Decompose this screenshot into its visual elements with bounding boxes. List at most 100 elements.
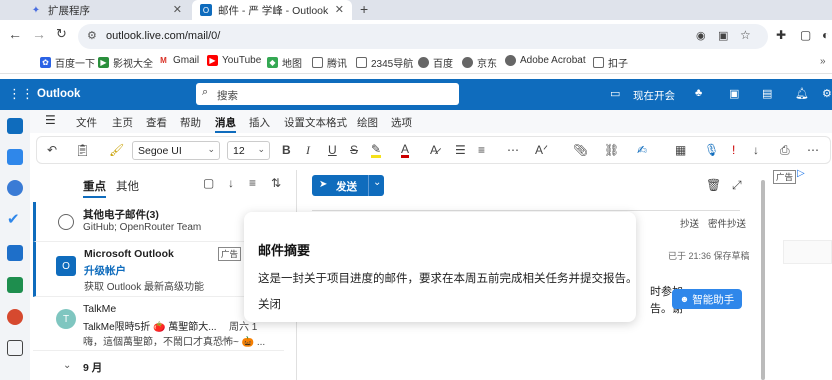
back-icon[interactable]: ← [8, 26, 22, 42]
omnibox[interactable]: ⚙ outlook.live.com/mail/0/ ◉ ▣ ☆ [78, 24, 768, 49]
line-spacing-icon[interactable]: ≡ [478, 143, 485, 157]
menu-message[interactable]: 消息 [215, 115, 236, 133]
send-button[interactable]: ➤ 发送 ⌄ [312, 175, 384, 196]
dictate-icon[interactable]: 🎙︎ [704, 143, 719, 157]
notes-icon[interactable]: ▤ [762, 87, 772, 100]
bookmark-item[interactable]: ◆ 地图 [267, 55, 302, 70]
low-importance-icon[interactable]: ↓ [753, 143, 759, 157]
print-icon[interactable]: ⎙ [780, 143, 790, 158]
undo-icon[interactable]: ↶ [47, 143, 57, 157]
font-select[interactable]: Segoe UI ⌄ [132, 141, 220, 160]
meet-now-button[interactable]: 现在开会 [633, 88, 675, 103]
teams-icon[interactable]: ♣ [695, 87, 702, 99]
chevron-down-icon[interactable]: ⌄ [373, 177, 381, 188]
word-icon[interactable] [7, 245, 23, 261]
select-icon[interactable]: ▢ [203, 176, 214, 190]
search-input[interactable]: ⌕ 搜索 [196, 83, 459, 105]
bullets-icon[interactable]: ☰ [455, 143, 466, 157]
apps-icon[interactable] [7, 340, 23, 356]
ad-info-icon[interactable]: ▷ [797, 168, 805, 179]
jump-icon[interactable]: ↓ [228, 176, 234, 190]
chevron-right-icon[interactable]: » [820, 56, 826, 67]
menu-file[interactable]: 文件 [76, 115, 97, 130]
font-color-icon[interactable]: A [401, 143, 410, 158]
eye-icon[interactable]: ◉ [696, 29, 706, 42]
tab-other[interactable]: 其他 [116, 178, 139, 194]
strikethrough-icon[interactable]: S [350, 143, 358, 157]
extensions-icon[interactable]: ✚ [776, 28, 786, 42]
office-icon[interactable]: ▣ [729, 87, 739, 100]
new-tab-button[interactable]: + [360, 1, 368, 17]
bell-icon[interactable]: 🔔︎ [795, 87, 809, 100]
hamburger-icon[interactable]: ☰ [45, 113, 56, 127]
bookmark-item[interactable]: ▶ 影视大全 [98, 55, 153, 70]
menu-options[interactable]: 选项 [391, 115, 412, 130]
browser-tab-outlook[interactable]: O 邮件 - 严 学峰 - Outlook ✕ [192, 0, 352, 20]
font-size-select[interactable]: 12 ⌄ [227, 141, 270, 160]
bold-icon[interactable]: B [282, 143, 291, 157]
styles-icon[interactable]: Aᐟ [535, 143, 548, 157]
site-info-icon[interactable]: ⚙ [87, 29, 97, 42]
popout-icon[interactable]: ⤢ [732, 178, 742, 193]
link-icon[interactable]: ⛓︎ [604, 143, 619, 157]
forward-icon[interactable]: → [32, 26, 46, 42]
trash-icon[interactable]: 🗑︎ [706, 178, 721, 192]
calendar-icon[interactable] [7, 149, 23, 165]
cc-link[interactable]: 抄送 [680, 216, 699, 230]
bookmark-item[interactable]: ▶ YouTube [207, 55, 261, 66]
bookmark-item[interactable]: M Gmail [158, 55, 199, 66]
sign-icon[interactable]: ✍︎ [637, 143, 647, 157]
menu-format-text[interactable]: 设置文本格式 [284, 115, 347, 130]
bookmark-item[interactable]: ✿ 百度一下 [40, 55, 95, 70]
bookmark-item[interactable]: 扣子 [593, 55, 628, 70]
scrollbar[interactable] [761, 180, 765, 380]
more-icon[interactable]: ⋯ [507, 143, 519, 157]
url-text[interactable]: outlook.live.com/mail/0/ [106, 30, 220, 42]
table-icon[interactable]: ▦ [675, 143, 686, 157]
sender: Microsoft Outlook [84, 248, 174, 260]
video-icon[interactable]: ▭ [610, 87, 620, 100]
browser-tab-extensions[interactable]: ✦ 扩展程序 ✕ [22, 0, 190, 20]
translate-icon[interactable]: ▣ [718, 29, 728, 42]
ad-banner[interactable] [783, 240, 832, 264]
close-button[interactable]: 关闭 [258, 296, 281, 312]
close-icon[interactable]: ✕ [335, 3, 344, 16]
bookmark-item[interactable]: 腾讯 [312, 55, 347, 70]
menu-home[interactable]: 主页 [112, 115, 133, 130]
people-icon[interactable] [7, 180, 23, 196]
app-launcher-icon[interactable]: ⋮⋮ [8, 86, 34, 102]
excel-icon[interactable] [7, 277, 23, 293]
menu-help[interactable]: 帮助 [180, 115, 201, 130]
assistant-button[interactable]: ☻ 智能助手 [672, 289, 742, 309]
todo-icon[interactable]: ✔ [7, 212, 23, 228]
close-icon[interactable]: ✕ [173, 3, 182, 16]
bookmark-item[interactable]: 百度 [418, 55, 453, 70]
menu-view[interactable]: 查看 [146, 115, 167, 130]
menu-draw[interactable]: 绘图 [357, 115, 378, 130]
tab-focused[interactable]: 重点 [83, 178, 106, 198]
paste-icon[interactable]: 📋︎ [75, 143, 90, 157]
italic-icon[interactable]: I [306, 143, 310, 158]
bookmark-star-icon[interactable]: ☆ [740, 28, 751, 42]
bookmark-item[interactable]: Adobe Acrobat [505, 55, 586, 66]
more-icon[interactable]: ⋯ [807, 143, 819, 157]
powerpoint-icon[interactable] [7, 309, 23, 325]
menu-insert[interactable]: 插入 [249, 115, 270, 130]
highlight-icon[interactable]: ✎ [371, 143, 382, 158]
bcc-link[interactable]: 密件抄送 [708, 216, 746, 230]
filter-icon[interactable]: ≡ [249, 176, 256, 190]
mail-icon[interactable] [7, 118, 23, 134]
profile-icon[interactable]: ◐ [822, 28, 829, 42]
underline-icon[interactable]: U [328, 143, 337, 157]
bookmark-item[interactable]: 2345导航 [356, 55, 413, 70]
importance-icon[interactable]: ! [732, 143, 735, 157]
reload-icon[interactable]: ↻ [56, 26, 67, 42]
chevron-down-icon[interactable]: ⌄ [63, 360, 71, 371]
format-painter-icon[interactable]: 🖌︎ [109, 143, 124, 157]
copy-icon[interactable]: ▢ [800, 28, 811, 42]
bookmark-item[interactable]: 京东 [462, 55, 497, 70]
settings-icon[interactable]: ⚙ [822, 87, 832, 100]
attach-icon[interactable]: 📎︎ [573, 143, 588, 157]
clear-format-icon[interactable]: A̷ [430, 143, 438, 157]
sort-icon[interactable]: ⇅ [271, 176, 281, 190]
